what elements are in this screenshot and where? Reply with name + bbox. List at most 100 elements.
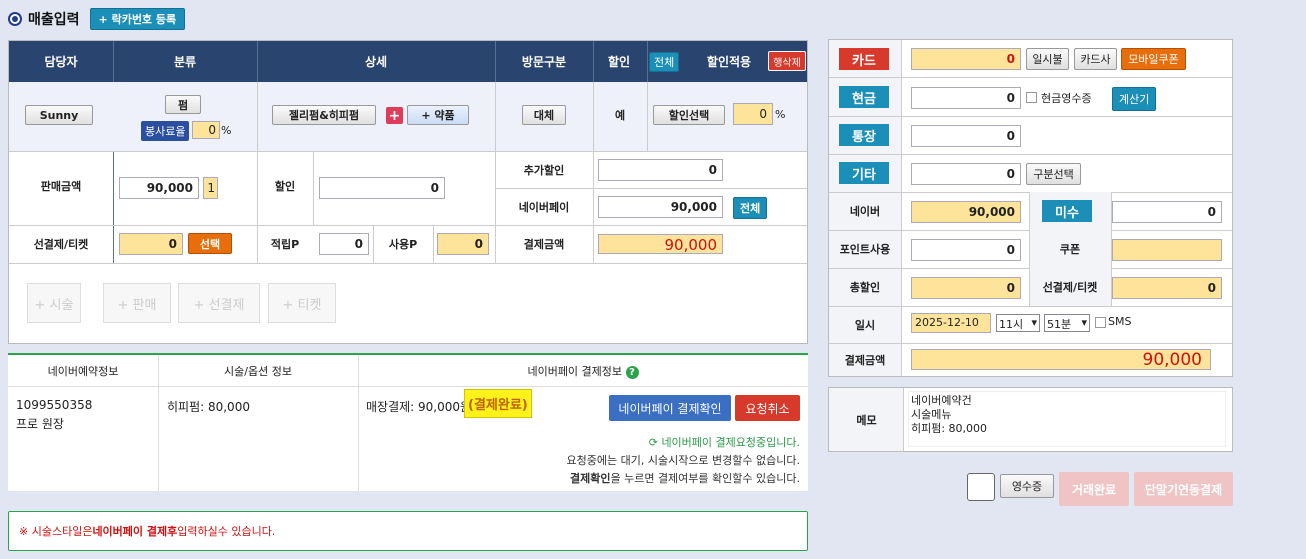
unpaid-button[interactable]: 미수 bbox=[1042, 200, 1092, 222]
total-pay-label: 결제금액 bbox=[844, 353, 886, 367]
naverpay-input[interactable]: 90,000 bbox=[598, 196, 723, 218]
earn-point-label: 적립P bbox=[270, 238, 300, 251]
cash-amount-input[interactable]: 0 bbox=[911, 87, 1021, 109]
bank-button[interactable]: 통장 bbox=[839, 124, 889, 146]
unpaid-amount-input[interactable]: 0 bbox=[1112, 201, 1222, 223]
pay-amount-label: 결제금액 bbox=[523, 238, 565, 251]
date-input[interactable]: 2025-12-10 bbox=[911, 313, 991, 333]
booking-col-naverpay: 네이버페이 결제정보 ? bbox=[358, 363, 808, 379]
receipt-checkbox[interactable] bbox=[967, 473, 995, 501]
naverpay-confirm-button[interactable]: 네이버페이 결제확인 bbox=[609, 395, 731, 421]
naverpay-label: 네이버페이 bbox=[518, 201, 570, 214]
booking-col-service: 시술/옵션 정보 bbox=[224, 365, 292, 378]
minute-select[interactable]: 51분 ▾ bbox=[1044, 314, 1090, 332]
col-visit: 방문구분 bbox=[521, 55, 567, 69]
col-detail: 상세 bbox=[364, 55, 388, 69]
chevron-down-icon: ▾ bbox=[1081, 316, 1087, 329]
add-prepaid-button[interactable]: + 선결제 bbox=[178, 283, 260, 323]
notice-box: ※ 시술스타일은 네이버페이 결제후 입력하실수 있습니다. bbox=[8, 511, 808, 551]
booking-id: 1099550358 bbox=[16, 398, 93, 412]
radio-icon[interactable] bbox=[8, 12, 22, 26]
sale-amount-label: 판매금액 bbox=[40, 180, 82, 193]
service-fee-input[interactable]: 0 bbox=[192, 121, 220, 139]
installment-button[interactable]: 일시불 bbox=[1026, 48, 1069, 70]
card-company-button[interactable]: 카드사 bbox=[1074, 48, 1117, 70]
booking-panel: 네이버예약정보 시술/옵션 정보 네이버페이 결제정보 ? 1099550358… bbox=[8, 353, 808, 491]
prepaid-ticket-label: 선결제/티켓 bbox=[1042, 281, 1098, 294]
use-point-input[interactable]: 0 bbox=[437, 233, 489, 255]
col-discount: 할인 bbox=[607, 55, 631, 69]
qty-input[interactable]: 1 bbox=[203, 177, 218, 199]
datetime-label: 일시 bbox=[854, 318, 876, 332]
add-sale-button[interactable]: + 판매 bbox=[103, 283, 171, 323]
request-cancel-button[interactable]: 요청취소 bbox=[735, 395, 800, 421]
col-category: 분류 bbox=[173, 55, 197, 69]
coupon-input[interactable] bbox=[1112, 239, 1222, 261]
earn-point-input[interactable]: 0 bbox=[319, 233, 369, 255]
use-point-label: 사용P bbox=[388, 238, 418, 251]
type-select-button[interactable]: 구분선택 bbox=[1026, 163, 1081, 185]
page-title: 매출입력 bbox=[28, 12, 80, 28]
memo-textarea[interactable]: 네이버예약건 시술메뉴 히피펌: 80,000 bbox=[908, 391, 1226, 447]
discount-select-button[interactable]: 할인선택 bbox=[653, 105, 725, 125]
point-use-input[interactable]: 0 bbox=[911, 239, 1021, 261]
help-icon[interactable]: ? bbox=[625, 366, 639, 379]
coupon-label: 쿠폰 bbox=[1059, 243, 1081, 256]
bank-amount-input[interactable]: 0 bbox=[911, 125, 1021, 147]
plus-icon[interactable]: + bbox=[386, 107, 403, 124]
prepaid-ticket-input[interactable]: 0 bbox=[1112, 277, 1222, 299]
etc-amount-input[interactable]: 0 bbox=[911, 163, 1021, 185]
request-note-2: 결제확인을 누르면 결제여부를 확인할수 있습니다. bbox=[569, 472, 800, 485]
discount-input[interactable]: 0 bbox=[319, 177, 445, 199]
detail-button[interactable]: 젤리펌&히피펌 bbox=[272, 105, 376, 125]
discount-pct-label: % bbox=[775, 108, 786, 121]
category-button[interactable]: 펌 bbox=[165, 95, 201, 114]
total-discount-input[interactable]: 0 bbox=[911, 277, 1021, 299]
naverpay-info-title: 네이버페이 결제정보 bbox=[527, 365, 623, 378]
naver-amount-input[interactable]: 90,000 bbox=[911, 201, 1021, 223]
card-button[interactable]: 카드 bbox=[839, 48, 889, 70]
naverpay-request-msg: ⟳ 네이버페이 결제요청중입니다. bbox=[648, 436, 800, 449]
sms-label: SMS bbox=[1108, 315, 1132, 328]
pct-label: % bbox=[221, 124, 232, 137]
spinner-icon: ⟳ bbox=[648, 436, 658, 449]
prepaid-input[interactable]: 0 bbox=[119, 233, 183, 255]
extra-discount-input[interactable]: 0 bbox=[598, 159, 723, 181]
cash-button[interactable]: 현금 bbox=[839, 86, 889, 108]
status-badge: (결제완료) bbox=[464, 389, 532, 418]
payment-panel: 카드 0 일시불 카드사 모바일쿠폰 현금 0 현금영수증 계산기 통장 0 기… bbox=[828, 39, 1233, 377]
locker-register-button[interactable]: + 락카번호 등록 bbox=[89, 8, 186, 30]
naverpay-all-button[interactable]: 전체 bbox=[733, 197, 768, 219]
sales-grid-panel: 담당자 분류 상세 방문구분 할인 전체 할인적용 행삭제 Sunny 펌 봉사… bbox=[8, 40, 808, 344]
prepaid-label: 선결제/티켓 bbox=[33, 238, 89, 251]
hour-select[interactable]: 11시 ▾ bbox=[996, 314, 1040, 332]
sms-checkbox[interactable] bbox=[1095, 317, 1106, 328]
delete-row-button[interactable]: 행삭제 bbox=[768, 51, 806, 71]
mobile-coupon-button[interactable]: 모바일쿠폰 bbox=[1121, 48, 1186, 70]
sale-amount-input[interactable]: 90,000 bbox=[119, 177, 199, 199]
booking-designer: 프로 원장 bbox=[16, 417, 64, 431]
staff-select-button[interactable]: Sunny bbox=[25, 105, 93, 125]
discount-rate-input[interactable]: 0 bbox=[733, 103, 773, 125]
calculator-button[interactable]: 계산기 bbox=[1112, 87, 1157, 111]
booking-col-naver: 네이버예약정보 bbox=[47, 365, 119, 378]
drug-add-button[interactable]: + 약품 bbox=[407, 105, 469, 125]
add-service-button[interactable]: + 시술 bbox=[27, 283, 81, 323]
receipt-button[interactable]: 영수증 bbox=[1000, 474, 1054, 498]
memo-panel: 메모 네이버예약건 시술메뉴 히피펌: 80,000 bbox=[828, 387, 1233, 452]
all-button[interactable]: 전체 bbox=[649, 52, 680, 72]
terminal-pay-button[interactable]: 단말기연동결제 bbox=[1134, 472, 1233, 506]
memo-label: 메모 bbox=[856, 413, 877, 427]
add-ticket-button[interactable]: + 티켓 bbox=[268, 283, 336, 323]
naver-label: 네이버 bbox=[849, 205, 881, 218]
card-amount-input[interactable]: 0 bbox=[911, 48, 1021, 70]
visit-type-button[interactable]: 대체 bbox=[522, 105, 566, 125]
cash-receipt-checkbox[interactable] bbox=[1026, 92, 1037, 103]
etc-button[interactable]: 기타 bbox=[839, 162, 889, 184]
col-discount-apply: 할인적용 bbox=[706, 55, 752, 69]
complete-button[interactable]: 거래완료 bbox=[1059, 472, 1129, 506]
col-staff: 담당자 bbox=[44, 55, 78, 69]
point-use-label: 포인트사용 bbox=[839, 243, 891, 256]
pay-amount-display: 90,000 bbox=[598, 234, 723, 254]
prepaid-select-button[interactable]: 선택 bbox=[188, 233, 232, 254]
